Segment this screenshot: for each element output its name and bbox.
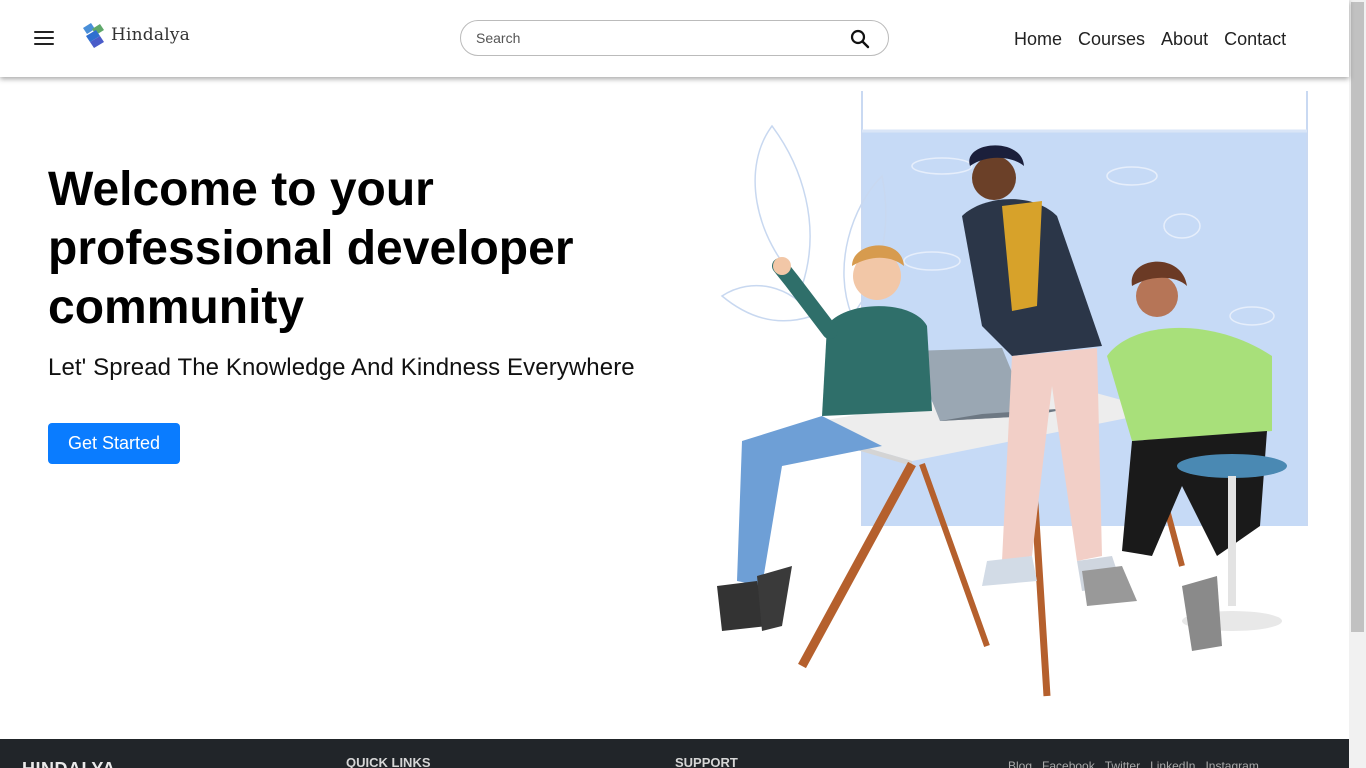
nav-link-courses[interactable]: Courses (1078, 29, 1145, 50)
search-input[interactable] (476, 21, 836, 55)
navbar: Hindalya Home Courses About Contact (0, 0, 1349, 77)
page: Hindalya Home Courses About Contact Welc… (0, 0, 1366, 768)
nav-link-contact[interactable]: Contact (1224, 29, 1286, 50)
scrollbar-thumb[interactable] (1351, 2, 1364, 632)
footer-quick-links-heading: QUICK LINKS (346, 755, 431, 768)
main-nav: Home Courses About Contact (1014, 29, 1286, 50)
footer-link-blog[interactable]: Blog (1008, 759, 1032, 768)
hero-illustration (717, 91, 1308, 697)
search-bar (460, 20, 889, 56)
footer-brand: HINDALYA (22, 759, 116, 768)
brand-logo[interactable]: Hindalya (80, 20, 190, 50)
footer: HINDALYA QUICK LINKS SUPPORT Blog Facebo… (0, 739, 1349, 768)
hero-title: Welcome to your professional developer c… (48, 163, 574, 334)
footer-social-links: Blog Facebook Twitter LinkedIn Instagram (1008, 759, 1259, 768)
nav-link-about[interactable]: About (1161, 29, 1208, 50)
nav-link-home[interactable]: Home (1014, 29, 1062, 50)
search-icon[interactable] (850, 29, 870, 49)
footer-support-heading: SUPPORT (675, 755, 738, 768)
footer-link-instagram[interactable]: Instagram (1205, 759, 1258, 768)
brand-name: Hindalya (111, 25, 191, 45)
page-scrollbar[interactable] (1349, 0, 1366, 768)
hindalya-logo-icon (83, 23, 104, 48)
footer-link-facebook[interactable]: Facebook (1042, 759, 1095, 768)
footer-link-twitter[interactable]: Twitter (1105, 759, 1140, 768)
get-started-button[interactable]: Get Started (48, 423, 180, 464)
hamburger-menu-icon[interactable] (34, 31, 54, 45)
hero-subtitle: Let' Spread The Knowledge And Kindness E… (48, 354, 635, 381)
footer-link-linkedin[interactable]: LinkedIn (1150, 759, 1195, 768)
